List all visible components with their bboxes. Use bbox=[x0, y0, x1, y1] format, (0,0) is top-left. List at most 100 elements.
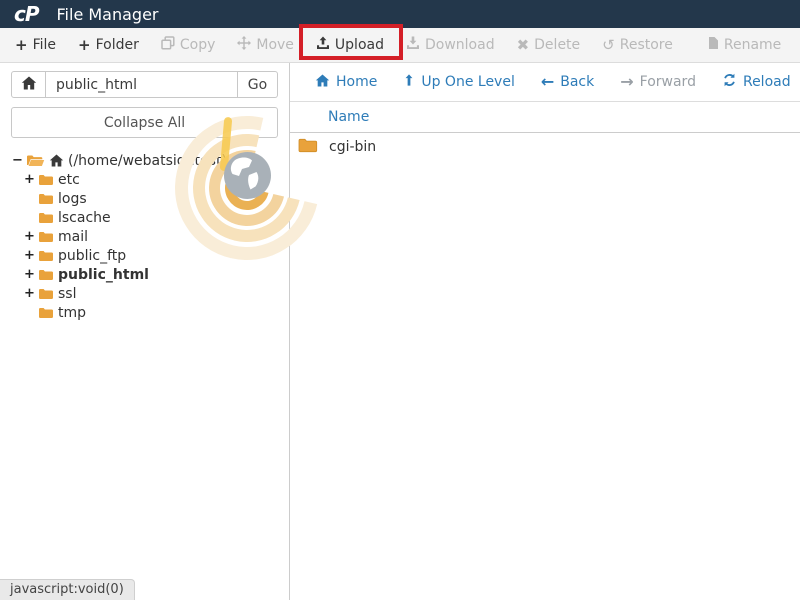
expand-sign[interactable]: + bbox=[24, 248, 38, 263]
folder-icon bbox=[38, 174, 54, 186]
tree-row-root[interactable]: − (/home/webatsigntest) bbox=[0, 151, 289, 170]
file-manager-window: cP File Manager + File + Folder Copy Mov… bbox=[0, 0, 800, 600]
tree-row-label: mail bbox=[58, 229, 88, 245]
move-icon bbox=[237, 36, 251, 54]
tree-row-label: ssl bbox=[58, 286, 76, 302]
folder-icon bbox=[298, 138, 318, 157]
tree-row-ssl[interactable]: + ssl bbox=[0, 284, 289, 303]
toolbar-item-label: Copy bbox=[180, 37, 216, 53]
tree-row-mail[interactable]: + mail bbox=[0, 227, 289, 246]
home-icon bbox=[21, 75, 37, 94]
name-column-header[interactable]: Name bbox=[290, 101, 800, 133]
expand-sign[interactable]: + bbox=[24, 172, 38, 187]
tree-row-label: tmp bbox=[58, 305, 86, 321]
copy-icon bbox=[161, 36, 175, 54]
tree-row-label: public_html bbox=[58, 267, 149, 283]
collapse-sign[interactable]: − bbox=[12, 153, 26, 168]
nav-back-link[interactable]: ← Back bbox=[528, 74, 607, 90]
toolbar-item-label: File bbox=[33, 37, 56, 53]
folder-open-icon bbox=[26, 154, 45, 167]
expand-sign[interactable]: + bbox=[24, 286, 38, 301]
nav-home-link[interactable]: Home bbox=[302, 74, 390, 91]
toolbar-move-button: Move bbox=[226, 28, 305, 62]
name-column-label: Name bbox=[328, 109, 369, 125]
tree-row-lscache[interactable]: lscache bbox=[0, 208, 289, 227]
nav-item-label: Reload bbox=[743, 74, 791, 90]
folder-icon bbox=[38, 231, 54, 243]
go-button[interactable]: Go bbox=[238, 71, 278, 98]
toolbar-item-label: Rename bbox=[724, 37, 781, 53]
expand-sign[interactable]: + bbox=[24, 267, 38, 282]
tree-row-label: (/home/webatsigntest) bbox=[68, 153, 227, 169]
tree-row-public-html[interactable]: + public_html bbox=[0, 265, 289, 284]
plus-icon: + bbox=[78, 38, 91, 53]
arrow-left-icon: ← bbox=[541, 74, 554, 90]
go-button-label: Go bbox=[248, 77, 267, 93]
app-header: cP File Manager bbox=[0, 0, 800, 28]
toolbar-item-label: Download bbox=[425, 37, 495, 53]
toolbar-item-label: Folder bbox=[96, 37, 139, 53]
tree-row-label: logs bbox=[58, 191, 87, 207]
rename-icon bbox=[707, 36, 719, 54]
upload-icon bbox=[316, 36, 330, 54]
toolbar-edit-button: ✎ Edit bbox=[792, 28, 800, 62]
folder-icon bbox=[38, 307, 54, 319]
tree-row-etc[interactable]: + etc bbox=[0, 170, 289, 189]
directory-tree: − (/home/webatsigntest) + etc logs bbox=[0, 151, 289, 322]
toolbar-copy-button: Copy bbox=[150, 28, 227, 62]
home-icon bbox=[49, 154, 64, 167]
toolbar-delete-button: ✖ Delete bbox=[506, 28, 592, 62]
path-input[interactable] bbox=[46, 71, 238, 98]
nav-up-one-level-link[interactable]: Up One Level bbox=[390, 73, 528, 91]
toolbar-item-label: Restore bbox=[620, 37, 673, 53]
home-icon bbox=[315, 74, 330, 91]
arrow-up-icon bbox=[403, 73, 415, 91]
toolbar-restore-button: ↺ Restore bbox=[591, 28, 684, 62]
nav-item-label: Back bbox=[560, 74, 594, 90]
collapse-all-label: Collapse All bbox=[104, 115, 185, 131]
cpanel-logo: cP bbox=[14, 2, 39, 26]
expand-sign[interactable]: + bbox=[24, 229, 38, 244]
folder-icon bbox=[38, 269, 54, 281]
tree-row-logs[interactable]: logs bbox=[0, 189, 289, 208]
plus-icon: + bbox=[15, 38, 28, 53]
tree-row-public-ftp[interactable]: + public_ftp bbox=[0, 246, 289, 265]
toolbar-upload-button[interactable]: Upload bbox=[305, 28, 395, 62]
status-bar: javascript:void(0) bbox=[0, 579, 135, 600]
folder-icon bbox=[38, 288, 54, 300]
arrow-right-icon: → bbox=[620, 74, 633, 90]
toolbar-item-label: Delete bbox=[534, 37, 580, 53]
main-area: Go Collapse All − (/home/webatsigntest) … bbox=[0, 63, 800, 600]
left-panel: Go Collapse All − (/home/webatsigntest) … bbox=[0, 63, 290, 600]
nav-reload-link[interactable]: Reload bbox=[709, 73, 800, 91]
nav-item-label: Forward bbox=[640, 74, 696, 90]
file-row-cgi-bin[interactable]: cgi-bin bbox=[290, 133, 800, 161]
tree-row-label: public_ftp bbox=[58, 248, 126, 264]
nav-item-label: Up One Level bbox=[421, 74, 515, 90]
tree-row-label: etc bbox=[58, 172, 80, 188]
home-directory-button[interactable] bbox=[11, 71, 46, 98]
toolbar-download-button: Download bbox=[395, 28, 506, 62]
toolbar-item-label: Move bbox=[256, 37, 294, 53]
collapse-all-button[interactable]: Collapse All bbox=[11, 107, 278, 138]
restore-icon: ↺ bbox=[602, 38, 615, 53]
toolbar-rename-button: Rename bbox=[696, 28, 792, 62]
tree-row-label: lscache bbox=[58, 210, 111, 226]
toolbar-folder-button[interactable]: + Folder bbox=[67, 28, 150, 62]
download-icon bbox=[406, 36, 420, 54]
reload-icon bbox=[722, 73, 737, 91]
folder-icon bbox=[38, 250, 54, 262]
file-name: cgi-bin bbox=[329, 139, 376, 155]
page-title: File Manager bbox=[57, 5, 159, 24]
navigation-bar: Home Up One Level ← Back → Forward Reloa… bbox=[290, 63, 800, 101]
tree-row-tmp[interactable]: tmp bbox=[0, 303, 289, 322]
toolbar: + File + Folder Copy Move Upload Downloa… bbox=[0, 28, 800, 63]
folder-icon bbox=[38, 212, 54, 224]
status-text: javascript:void(0) bbox=[10, 582, 124, 597]
folder-icon bbox=[38, 193, 54, 205]
toolbar-item-label: Upload bbox=[335, 37, 384, 53]
toolbar-file-button[interactable]: + File bbox=[4, 28, 67, 62]
delete-icon: ✖ bbox=[517, 38, 530, 53]
path-bar: Go bbox=[11, 71, 278, 98]
file-list-panel: Home Up One Level ← Back → Forward Reloa… bbox=[290, 63, 800, 600]
